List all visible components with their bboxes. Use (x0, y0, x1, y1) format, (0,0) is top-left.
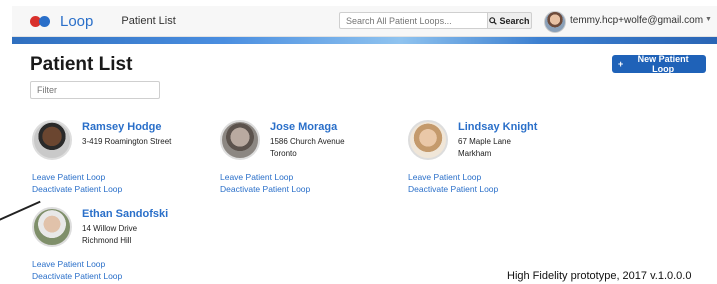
user-avatar[interactable] (544, 11, 566, 33)
patient-name[interactable]: Ramsey Hodge (82, 121, 161, 133)
plus-icon: + (618, 59, 624, 69)
search-button[interactable]: Search (487, 12, 532, 29)
leave-patient-loop-link[interactable]: Leave Patient Loop (32, 172, 105, 182)
app-logo[interactable]: Loop (30, 13, 93, 30)
user-email[interactable]: temmy.hcp+wolfe@gmail.com (570, 15, 703, 26)
patient-address-line: 1586 Church Avenue (270, 137, 345, 146)
deactivate-patient-loop-link[interactable]: Deactivate Patient Loop (32, 271, 122, 281)
deactivate-patient-loop-link[interactable]: Deactivate Patient Loop (408, 184, 498, 194)
app-name: Loop (60, 12, 94, 30)
new-patient-loop-label: New Patient Loop (637, 54, 689, 74)
patient-address-city: Richmond Hill (82, 236, 132, 245)
top-navbar: Loop Patient List Search temmy.hcp+wolfe… (12, 6, 717, 37)
leave-patient-loop-link[interactable]: Leave Patient Loop (32, 259, 105, 269)
patient-address-line: 14 Willow Drive (82, 224, 138, 233)
prototype-caption: High Fidelity prototype, 2017 v.1.0.0.0 (507, 270, 692, 282)
new-patient-loop-button[interactable]: + New Patient Loop (612, 54, 706, 74)
chevron-down-icon[interactable]: ▼ (705, 16, 712, 23)
leave-patient-loop-link[interactable]: Leave Patient Loop (220, 172, 293, 182)
patient-address-line: 3-419 Roamington Street (82, 137, 172, 146)
search-button-label: Search (499, 15, 530, 26)
patient-name[interactable]: Ethan Sandofski (82, 208, 168, 220)
patient-name[interactable]: Lindsay Knight (458, 121, 537, 133)
search-icon (489, 16, 498, 25)
patient-address-city: Toronto (270, 149, 297, 158)
patient-avatar[interactable] (220, 120, 260, 160)
loop-logo-icon (30, 15, 54, 27)
header-band (12, 37, 717, 44)
deactivate-patient-loop-link[interactable]: Deactivate Patient Loop (220, 184, 310, 194)
filter-input[interactable] (30, 81, 160, 99)
patient-avatar[interactable] (408, 120, 448, 160)
patient-avatar[interactable] (32, 120, 72, 160)
search-input[interactable] (339, 12, 489, 29)
patient-address-city: Markham (458, 149, 492, 158)
page-title: Patient List (30, 54, 133, 75)
nav-link-patient-list[interactable]: Patient List (121, 15, 175, 27)
patient-name[interactable]: Jose Moraga (270, 121, 337, 133)
leave-patient-loop-link[interactable]: Leave Patient Loop (408, 172, 481, 182)
patient-address-line: 67 Maple Lane (458, 137, 511, 146)
patient-avatar[interactable] (32, 207, 72, 247)
deactivate-patient-loop-link[interactable]: Deactivate Patient Loop (32, 184, 122, 194)
